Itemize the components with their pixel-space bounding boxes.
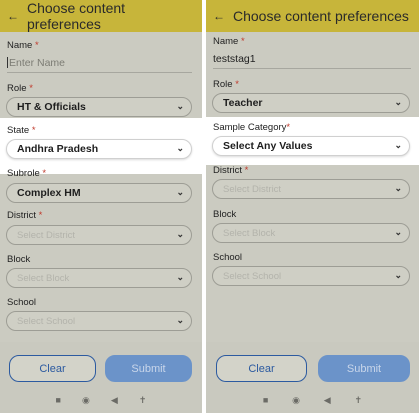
back-nav-icon[interactable]: ◀ xyxy=(111,395,118,406)
school-label: School xyxy=(7,297,37,308)
back-nav-icon[interactable]: ◀ xyxy=(324,395,331,406)
school-select[interactable]: Select School ⌄ xyxy=(6,311,192,331)
block-label: Block xyxy=(7,254,31,265)
chevron-down-icon: ⌄ xyxy=(394,139,402,150)
footer: Clear Submit ■ ◉ ◀ ✝ xyxy=(0,342,202,413)
clear-button[interactable]: Clear xyxy=(9,355,96,382)
sample-category-select[interactable]: Select Any Values ⌄ xyxy=(212,136,410,156)
recents-icon[interactable]: ■ xyxy=(263,395,268,405)
chevron-down-icon: ⌄ xyxy=(176,186,184,197)
page-title: Choose content preferences xyxy=(27,0,126,32)
chevron-down-icon: ⌄ xyxy=(394,226,402,237)
block-select[interactable]: Select Block ⌄ xyxy=(212,223,410,243)
app-header: ← Choose content preferences xyxy=(0,0,202,32)
district-label: District * xyxy=(7,210,43,221)
right-screen: ← Choose content preferences Name * test… xyxy=(206,0,419,413)
text-caret xyxy=(7,57,8,68)
state-highlight: State * Andhra Pradesh ⌄ xyxy=(0,118,202,174)
submit-button[interactable]: Submit xyxy=(318,355,410,382)
chevron-down-icon: ⌄ xyxy=(176,271,184,282)
app-header: ← Choose content preferences xyxy=(206,0,419,32)
block-select[interactable]: Select Block ⌄ xyxy=(6,268,192,288)
chevron-down-icon: ⌄ xyxy=(176,314,184,325)
recents-icon[interactable]: ■ xyxy=(56,395,61,405)
chevron-down-icon: ⌄ xyxy=(394,269,402,280)
back-arrow-icon[interactable]: ← xyxy=(7,9,19,23)
footer: Clear Submit ■ ◉ ◀ ✝ xyxy=(206,342,419,413)
sample-category-label: Sample Category* xyxy=(213,122,291,133)
name-label: Name * xyxy=(213,36,245,47)
subrole-label: Subrole * xyxy=(7,168,47,179)
district-select[interactable]: Select District ⌄ xyxy=(212,179,410,199)
submit-button[interactable]: Submit xyxy=(105,355,192,382)
district-select[interactable]: Select District ⌄ xyxy=(6,225,192,245)
left-screen: ← Choose content preferences Name * Ente… xyxy=(0,0,202,413)
home-icon[interactable]: ◉ xyxy=(292,395,300,406)
accessibility-icon[interactable]: ✝ xyxy=(355,395,363,406)
chevron-down-icon: ⌄ xyxy=(394,96,402,107)
system-nav-bar: ■ ◉ ◀ ✝ xyxy=(0,392,202,408)
name-input[interactable]: teststag1 xyxy=(213,49,411,69)
state-label: State * xyxy=(7,125,36,136)
accessibility-icon[interactable]: ✝ xyxy=(139,395,147,406)
back-arrow-icon[interactable]: ← xyxy=(213,9,225,23)
name-label: Name * xyxy=(7,40,39,51)
chevron-down-icon: ⌄ xyxy=(176,100,184,111)
role-select[interactable]: HT & Officials ⌄ xyxy=(6,97,192,117)
page-title: Choose content preferences xyxy=(233,8,409,24)
district-label: District * xyxy=(213,165,249,176)
state-select[interactable]: Andhra Pradesh ⌄ xyxy=(6,139,192,159)
chevron-down-icon: ⌄ xyxy=(176,142,184,153)
school-label: School xyxy=(213,252,243,263)
role-label: Role * xyxy=(7,83,33,94)
chevron-down-icon: ⌄ xyxy=(176,228,184,239)
role-select[interactable]: Teacher ⌄ xyxy=(212,93,410,113)
school-select[interactable]: Select School ⌄ xyxy=(212,266,410,286)
role-label: Role * xyxy=(213,79,239,90)
sample-category-highlight: Sample Category* Select Any Values ⌄ xyxy=(206,117,419,165)
subrole-select[interactable]: Complex HM ⌄ xyxy=(6,183,192,203)
block-label: Block xyxy=(213,209,237,220)
system-nav-bar: ■ ◉ ◀ ✝ xyxy=(206,392,419,408)
name-input[interactable]: Enter Name xyxy=(7,53,192,73)
home-icon[interactable]: ◉ xyxy=(82,395,90,406)
chevron-down-icon: ⌄ xyxy=(394,182,402,193)
clear-button[interactable]: Clear xyxy=(216,355,307,382)
